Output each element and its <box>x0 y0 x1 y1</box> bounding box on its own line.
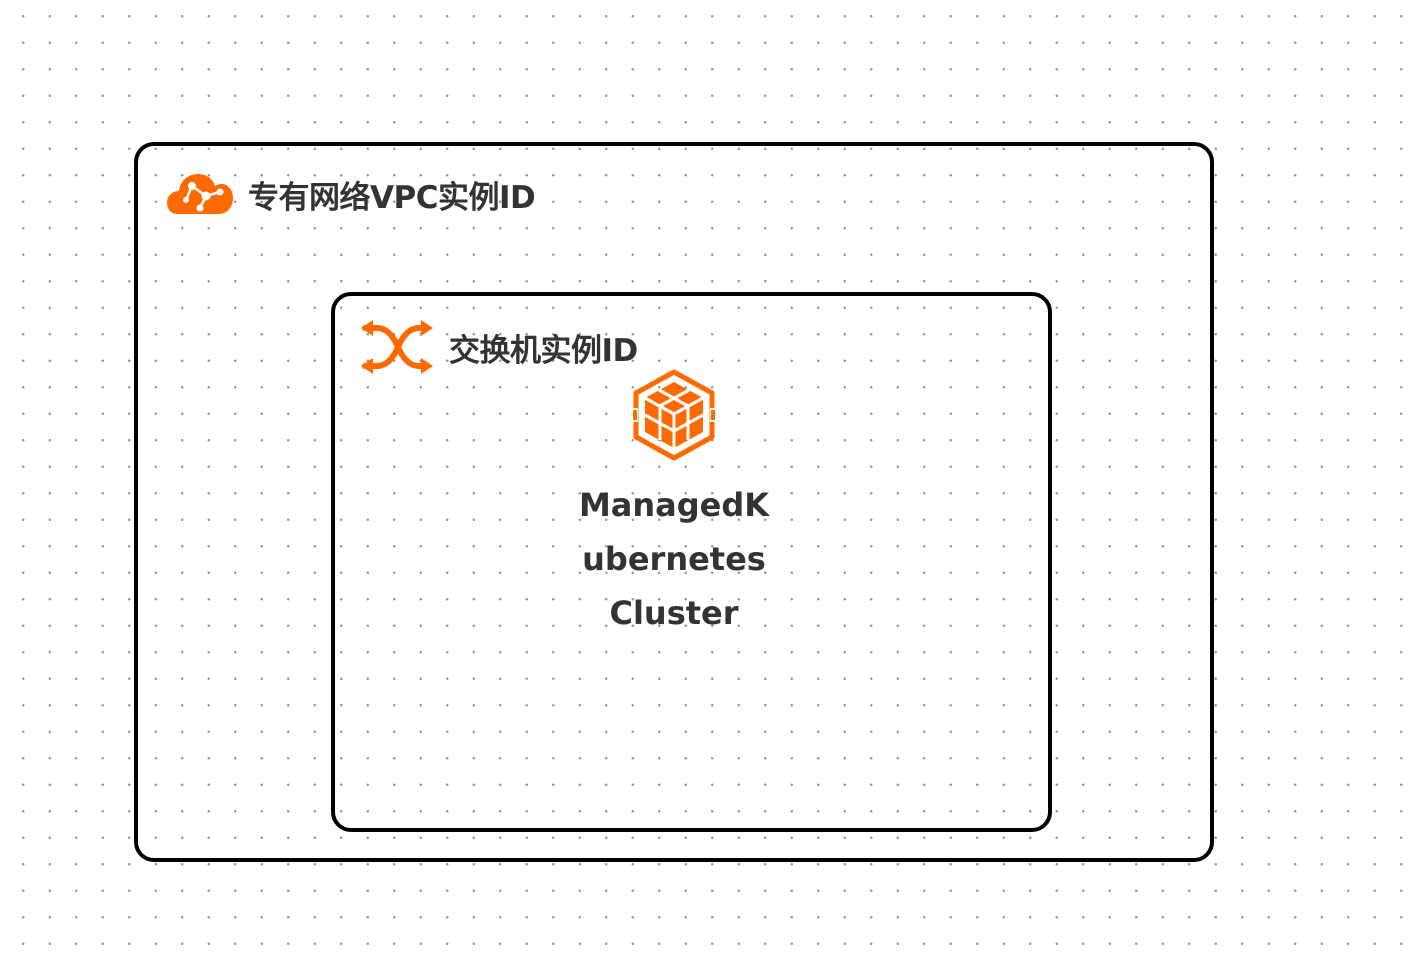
vpc-cloud-icon <box>166 170 234 218</box>
node-label: ManagedK ubernetes Cluster <box>574 478 774 640</box>
vswitch-header: 交换机实例ID <box>361 320 638 374</box>
node-label-line-3: Cluster <box>609 594 739 632</box>
vswitch-label: 交换机实例ID <box>449 332 638 369</box>
kubernetes-cube-icon <box>630 368 718 462</box>
vpc-label: 专有网络VPC实例ID <box>248 179 536 216</box>
node-label-line-1: ManagedK <box>578 486 770 524</box>
vpc-header: 专有网络VPC实例ID <box>166 170 536 218</box>
node-label-line-2: ubernetes <box>582 540 766 578</box>
vswitch-shuffle-icon <box>361 320 435 374</box>
kubernetes-cluster-node[interactable]: ManagedK ubernetes Cluster <box>574 368 774 640</box>
